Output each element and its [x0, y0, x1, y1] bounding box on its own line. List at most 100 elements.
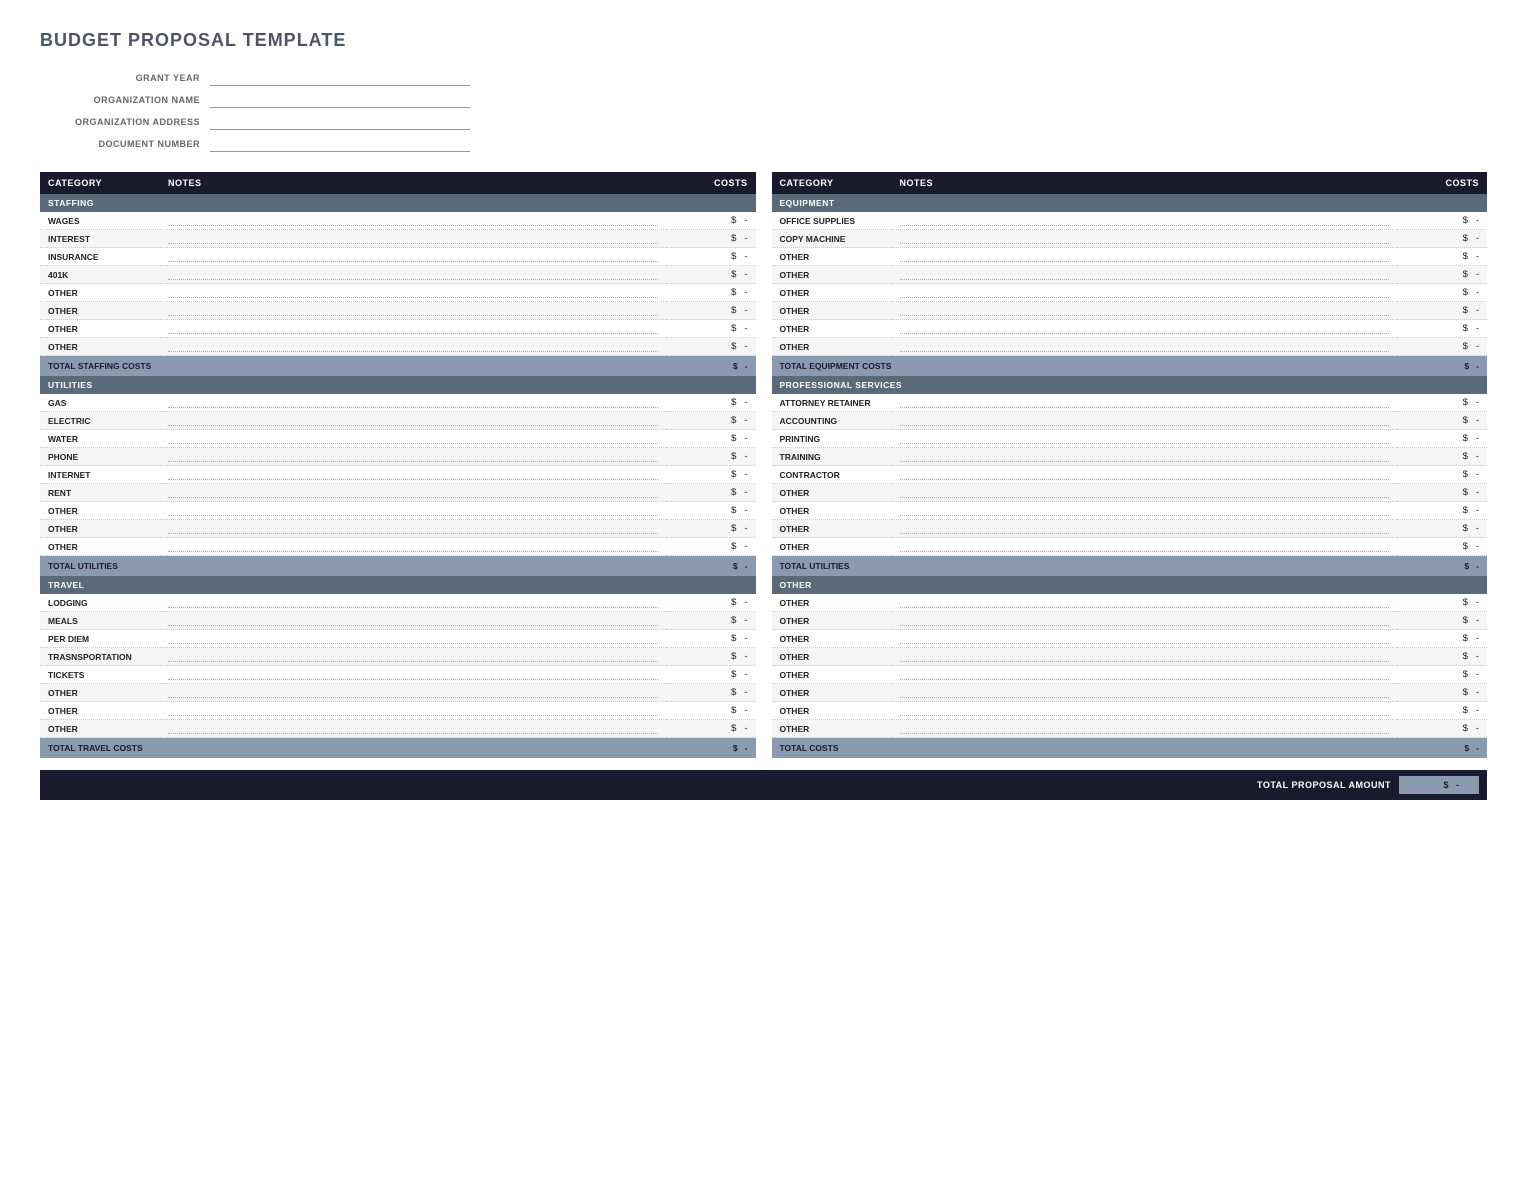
notes-cell[interactable] — [892, 594, 1398, 612]
notes-cell[interactable] — [160, 248, 666, 266]
notes-cell[interactable] — [892, 394, 1398, 412]
notes-input[interactable] — [900, 287, 1390, 298]
notes-input[interactable] — [168, 487, 658, 498]
notes-input[interactable] — [900, 305, 1390, 316]
notes-cell[interactable] — [892, 430, 1398, 448]
notes-cell[interactable] — [160, 594, 666, 612]
form-input-organization-address[interactable] — [210, 113, 470, 130]
notes-input[interactable] — [168, 505, 658, 516]
notes-input[interactable] — [900, 651, 1390, 662]
notes-cell[interactable] — [892, 284, 1398, 302]
notes-input[interactable] — [900, 451, 1390, 462]
notes-input[interactable] — [900, 433, 1390, 444]
notes-input[interactable] — [900, 469, 1390, 480]
notes-cell[interactable] — [892, 248, 1398, 266]
notes-cell[interactable] — [160, 212, 666, 230]
notes-cell[interactable] — [160, 520, 666, 538]
notes-cell[interactable] — [892, 448, 1398, 466]
notes-cell[interactable] — [892, 302, 1398, 320]
notes-cell[interactable] — [160, 430, 666, 448]
notes-input[interactable] — [168, 415, 658, 426]
notes-input[interactable] — [168, 615, 658, 626]
form-input-grant-year[interactable] — [210, 69, 470, 86]
notes-cell[interactable] — [160, 284, 666, 302]
notes-cell[interactable] — [892, 230, 1398, 248]
notes-cell[interactable] — [160, 448, 666, 466]
notes-input[interactable] — [900, 487, 1390, 498]
notes-cell[interactable] — [160, 612, 666, 630]
notes-input[interactable] — [168, 597, 658, 608]
notes-input[interactable] — [900, 251, 1390, 262]
notes-cell[interactable] — [160, 338, 666, 356]
notes-input[interactable] — [168, 469, 658, 480]
notes-input[interactable] — [168, 215, 658, 226]
notes-cell[interactable] — [892, 538, 1398, 556]
notes-input[interactable] — [900, 215, 1390, 226]
notes-input[interactable] — [900, 269, 1390, 280]
form-input-organization-name[interactable] — [210, 91, 470, 108]
notes-input[interactable] — [168, 305, 658, 316]
notes-input[interactable] — [900, 597, 1390, 608]
notes-input[interactable] — [900, 523, 1390, 534]
notes-cell[interactable] — [160, 502, 666, 520]
notes-cell[interactable] — [160, 702, 666, 720]
notes-input[interactable] — [900, 615, 1390, 626]
notes-cell[interactable] — [160, 266, 666, 284]
notes-input[interactable] — [168, 251, 658, 262]
notes-input[interactable] — [900, 505, 1390, 516]
notes-cell[interactable] — [892, 684, 1398, 702]
notes-cell[interactable] — [160, 466, 666, 484]
notes-input[interactable] — [900, 397, 1390, 408]
notes-cell[interactable] — [160, 230, 666, 248]
notes-cell[interactable] — [892, 502, 1398, 520]
notes-cell[interactable] — [892, 612, 1398, 630]
notes-input[interactable] — [900, 669, 1390, 680]
notes-cell[interactable] — [160, 320, 666, 338]
notes-cell[interactable] — [160, 538, 666, 556]
notes-cell[interactable] — [892, 484, 1398, 502]
notes-cell[interactable] — [892, 720, 1398, 738]
notes-cell[interactable] — [892, 630, 1398, 648]
notes-input[interactable] — [168, 541, 658, 552]
notes-cell[interactable] — [160, 666, 666, 684]
notes-input[interactable] — [168, 451, 658, 462]
notes-input[interactable] — [900, 415, 1390, 426]
notes-input[interactable] — [168, 687, 658, 698]
notes-cell[interactable] — [892, 266, 1398, 284]
notes-cell[interactable] — [892, 338, 1398, 356]
form-input-document-number[interactable] — [210, 135, 470, 152]
notes-cell[interactable] — [160, 630, 666, 648]
notes-cell[interactable] — [892, 412, 1398, 430]
notes-input[interactable] — [168, 705, 658, 716]
notes-input[interactable] — [900, 705, 1390, 716]
notes-cell[interactable] — [892, 212, 1398, 230]
notes-input[interactable] — [168, 233, 658, 244]
notes-cell[interactable] — [160, 394, 666, 412]
notes-input[interactable] — [168, 633, 658, 644]
notes-cell[interactable] — [892, 648, 1398, 666]
notes-cell[interactable] — [160, 684, 666, 702]
notes-cell[interactable] — [160, 302, 666, 320]
notes-input[interactable] — [168, 433, 658, 444]
notes-input[interactable] — [168, 651, 658, 662]
notes-cell[interactable] — [160, 412, 666, 430]
notes-input[interactable] — [168, 669, 658, 680]
notes-input[interactable] — [168, 269, 658, 280]
notes-input[interactable] — [900, 233, 1390, 244]
notes-input[interactable] — [168, 323, 658, 334]
notes-input[interactable] — [900, 687, 1390, 698]
notes-input[interactable] — [168, 523, 658, 534]
notes-cell[interactable] — [892, 702, 1398, 720]
notes-cell[interactable] — [892, 520, 1398, 538]
notes-input[interactable] — [900, 723, 1390, 734]
notes-cell[interactable] — [892, 466, 1398, 484]
notes-input[interactable] — [900, 323, 1390, 334]
notes-cell[interactable] — [892, 666, 1398, 684]
notes-cell[interactable] — [892, 320, 1398, 338]
notes-cell[interactable] — [160, 648, 666, 666]
notes-input[interactable] — [168, 397, 658, 408]
notes-cell[interactable] — [160, 720, 666, 738]
notes-cell[interactable] — [160, 484, 666, 502]
notes-input[interactable] — [900, 341, 1390, 352]
notes-input[interactable] — [168, 287, 658, 298]
